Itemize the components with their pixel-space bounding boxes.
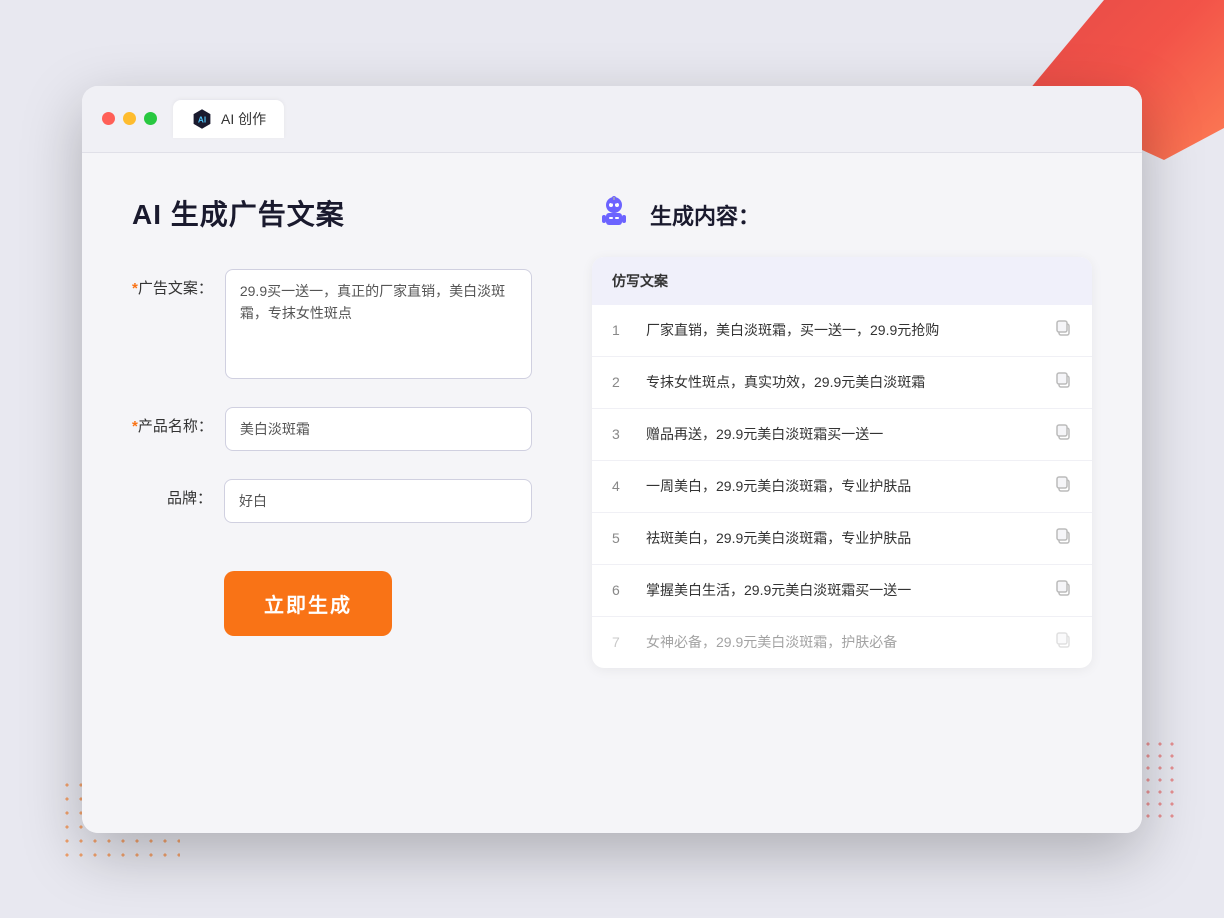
row-text-1: 厂家直销，美白淡斑霜，买一送一，29.9元抢购 — [646, 320, 1040, 341]
results-column-header: 仿写文案 — [592, 257, 1092, 305]
title-bar: AI AI 创作 — [82, 86, 1142, 153]
row-text-5: 祛斑美白，29.9元美白淡斑霜，专业护肤品 — [646, 528, 1040, 549]
result-row-3: 3 赠品再送，29.9元美白淡斑霜买一送一 — [592, 409, 1092, 461]
result-row-7: 7 女神必备，29.9元美白淡斑霜，护肤必备 — [592, 617, 1092, 668]
row-text-7: 女神必备，29.9元美白淡斑霜，护肤必备 — [646, 632, 1040, 653]
row-num-2: 2 — [612, 374, 632, 390]
ai-tab[interactable]: AI AI 创作 — [173, 100, 284, 138]
brand-input[interactable] — [224, 479, 532, 523]
browser-window: AI AI 创作 AI 生成广告文案 *广告文案： *产品名称： — [82, 86, 1142, 833]
row-text-4: 一周美白，29.9元美白淡斑霜，专业护肤品 — [646, 476, 1040, 497]
copy-button-4[interactable] — [1054, 475, 1072, 498]
result-row-6: 6 掌握美白生活，29.9元美白淡斑霜买一送一 — [592, 565, 1092, 617]
row-text-6: 掌握美白生活，29.9元美白淡斑霜买一送一 — [646, 580, 1040, 601]
copy-button-2[interactable] — [1054, 371, 1072, 394]
row-num-6: 6 — [612, 582, 632, 598]
brand-label: 品牌： — [132, 479, 212, 508]
main-content: AI 生成广告文案 *广告文案： *产品名称： 品牌： 立 — [82, 153, 1142, 833]
product-name-group: *产品名称： — [132, 407, 532, 451]
row-num-7: 7 — [612, 634, 632, 650]
minimize-button[interactable] — [123, 112, 136, 125]
ai-tab-icon: AI — [191, 108, 213, 130]
row-num-4: 4 — [612, 478, 632, 494]
result-row-2: 2 专抹女性斑点，真实功效，29.9元美白淡斑霜 — [592, 357, 1092, 409]
row-num-1: 1 — [612, 322, 632, 338]
results-list: 1 厂家直销，美白淡斑霜，买一送一，29.9元抢购 2 专抹女性斑点，真实功效，29.… — [592, 305, 1092, 668]
product-name-label: *产品名称： — [132, 407, 213, 436]
results-table: 仿写文案 1 厂家直销，美白淡斑霜，买一送一，29.9元抢购 2 专抹女性斑点，真实功… — [592, 257, 1092, 668]
close-button[interactable] — [102, 112, 115, 125]
copy-button-7[interactable] — [1054, 631, 1072, 654]
result-row-5: 5 祛斑美白，29.9元美白淡斑霜，专业护肤品 — [592, 513, 1092, 565]
generate-button[interactable]: 立即生成 — [224, 571, 392, 636]
window-controls — [102, 112, 157, 125]
row-num-3: 3 — [612, 426, 632, 442]
ad-copy-input[interactable] — [225, 269, 532, 379]
product-name-input[interactable] — [225, 407, 532, 451]
robot-icon — [592, 193, 636, 237]
result-row-1: 1 厂家直销，美白淡斑霜，买一送一，29.9元抢购 — [592, 305, 1092, 357]
row-text-3: 赠品再送，29.9元美白淡斑霜买一送一 — [646, 424, 1040, 445]
copy-button-3[interactable] — [1054, 423, 1072, 446]
page-title: AI 生成广告文案 — [132, 193, 532, 233]
row-num-5: 5 — [612, 530, 632, 546]
brand-group: 品牌： — [132, 479, 532, 523]
row-text-2: 专抹女性斑点，真实功效，29.9元美白淡斑霜 — [646, 372, 1040, 393]
output-header: 生成内容： — [592, 193, 1092, 237]
copy-button-6[interactable] — [1054, 579, 1072, 602]
ad-copy-label: *广告文案： — [132, 269, 213, 298]
svg-text:AI: AI — [198, 115, 206, 124]
copy-button-5[interactable] — [1054, 527, 1072, 550]
maximize-button[interactable] — [144, 112, 157, 125]
right-panel: 生成内容： 仿写文案 1 厂家直销，美白淡斑霜，买一送一，29.9元抢购 2 专抹女性… — [592, 193, 1092, 783]
ad-copy-group: *广告文案： — [132, 269, 532, 379]
left-panel: AI 生成广告文案 *广告文案： *产品名称： 品牌： 立 — [132, 193, 532, 783]
tab-label: AI 创作 — [221, 109, 266, 129]
result-row-4: 4 一周美白，29.9元美白淡斑霜，专业护肤品 — [592, 461, 1092, 513]
copy-button-1[interactable] — [1054, 319, 1072, 342]
output-title: 生成内容： — [650, 199, 760, 231]
